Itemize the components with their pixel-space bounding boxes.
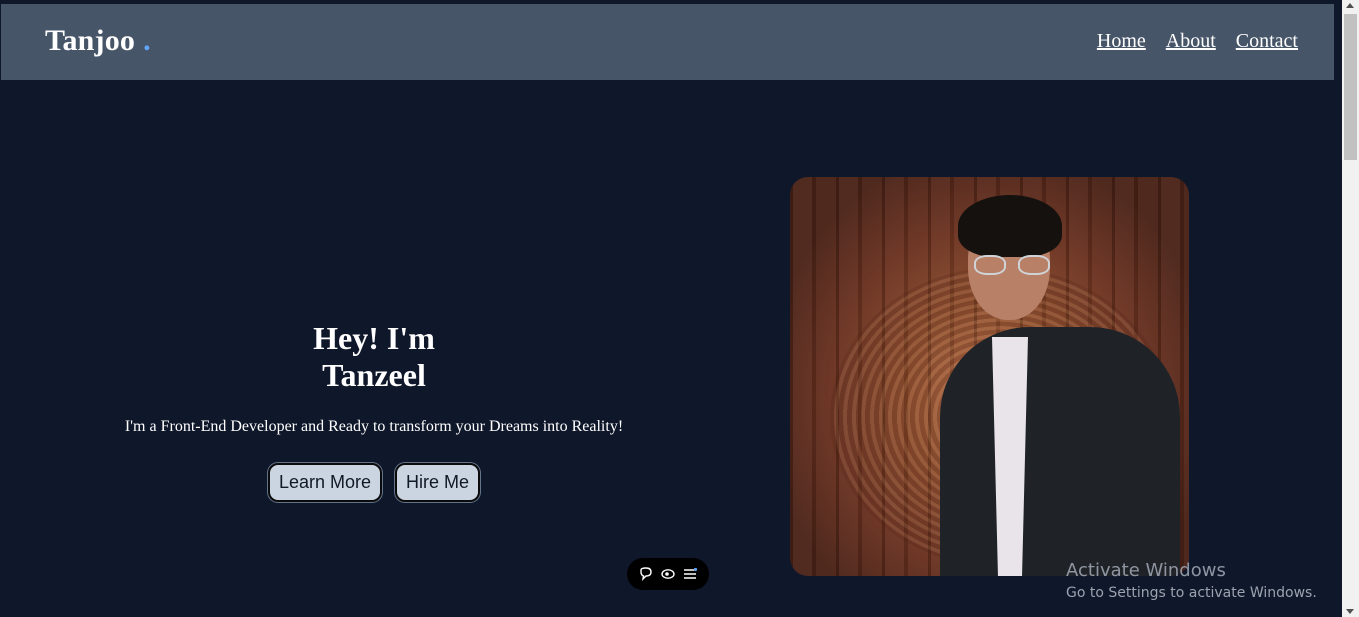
learn-more-button[interactable]: Learn More (267, 463, 383, 502)
nav-links: Home About Contact (1097, 30, 1298, 53)
hero-title: Hey! I'm Tanzeel (110, 320, 638, 394)
scroll-down-arrow-icon[interactable] (1346, 609, 1354, 614)
nav-link-contact[interactable]: Contact (1236, 30, 1298, 53)
menu-icon[interactable] (683, 567, 697, 581)
vertical-scrollbar[interactable] (1342, 0, 1359, 617)
comment-icon[interactable] (639, 567, 653, 581)
profile-photo (790, 177, 1189, 576)
nav-link-about[interactable]: About (1166, 30, 1216, 53)
watermark-subtitle: Go to Settings to activate Windows. (1066, 585, 1317, 601)
photo-person-glasses (974, 255, 1050, 277)
windows-activation-watermark: Activate Windows Go to Settings to activ… (1066, 560, 1317, 601)
eye-icon[interactable] (661, 567, 675, 581)
scroll-thumb[interactable] (1344, 14, 1357, 160)
photo-person-hair (958, 195, 1062, 257)
hire-me-button[interactable]: Hire Me (395, 463, 481, 502)
brand-logo[interactable]: Tanjoo. (45, 24, 151, 58)
brand-name: Tanjoo (45, 24, 136, 57)
photo-person-jacket (940, 327, 1180, 576)
floating-toolbar (627, 558, 709, 590)
hero-title-line1: Hey! I'm (313, 320, 435, 356)
hero-buttons: Learn More Hire Me (110, 463, 638, 502)
hero-section: Hey! I'm Tanzeel I'm a Front-End Develop… (110, 320, 638, 502)
hero-title-line2: Tanzeel (322, 357, 426, 393)
scroll-up-arrow-icon[interactable] (1346, 3, 1354, 8)
watermark-title: Activate Windows (1066, 560, 1226, 581)
navbar: Tanjoo. Home About Contact (1, 4, 1334, 80)
brand-dot: . (143, 24, 151, 57)
hero-subtitle: I'm a Front-End Developer and Ready to t… (124, 418, 624, 435)
nav-link-home[interactable]: Home (1097, 30, 1146, 53)
